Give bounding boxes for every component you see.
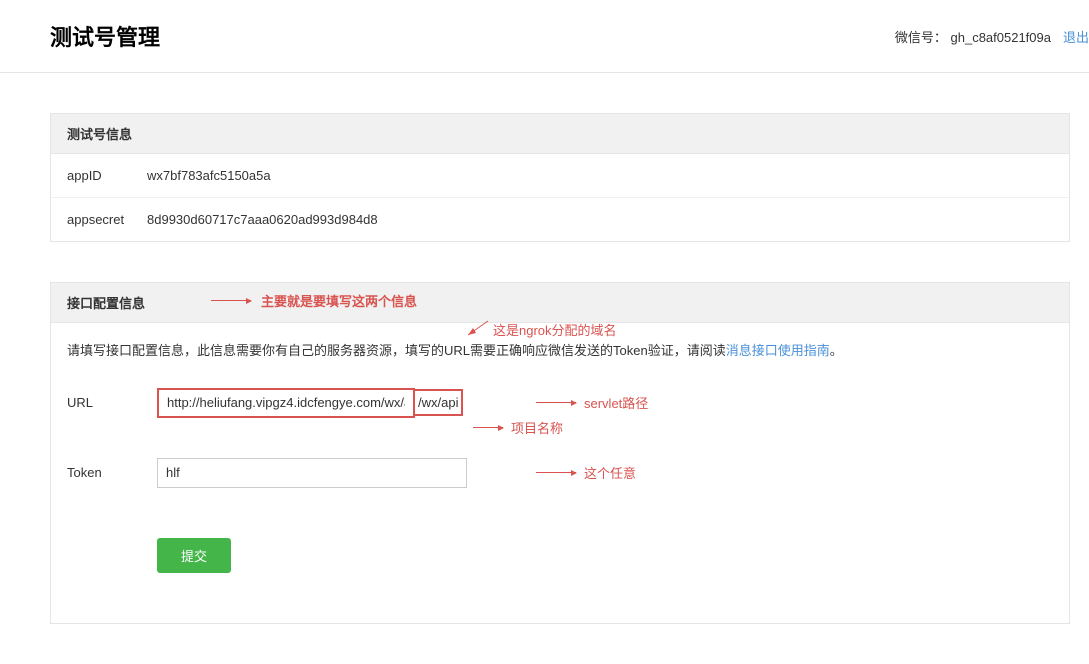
appsecret-row: appsecret 8d9930d60717c7aaa0620ad993d984… [51,198,1069,241]
token-label: Token [67,465,157,480]
api-config-header: 接口配置信息 主要就是要填写这两个信息 [51,283,1069,323]
url-row: URL /wx/api servlet路径 项目名称 [51,378,1069,428]
appid-value: wx7bf783afc5150a5a [147,168,271,183]
annotation-project: 项目名称 [473,418,563,437]
page-title: 测试号管理 [50,20,160,52]
annotation-servlet: servlet路径 [536,393,648,412]
main-content: 测试号信息 appID wx7bf783afc5150a5a appsecret… [0,73,1089,624]
url-input[interactable] [159,390,413,416]
test-info-header: 测试号信息 [51,114,1069,154]
appid-row: appID wx7bf783afc5150a5a [51,154,1069,198]
top-bar: 测试号管理 微信号： gh_c8af0521f09a 退出 [0,0,1089,73]
appsecret-value: 8d9930d60717c7aaa0620ad993d984d8 [147,212,378,227]
annotation-main-note: 主要就是要填写这两个信息 [211,291,417,310]
appid-label: appID [67,168,147,183]
submit-row: 提交 [51,498,1069,623]
url-path-segment: /wx/api [415,389,463,416]
logout-link[interactable]: 退出 [1063,27,1089,46]
header-right: 微信号： gh_c8af0521f09a 退出 [895,27,1089,46]
api-config-section: 接口配置信息 主要就是要填写这两个信息 这是ngrok分配的域名 请填写接口配置… [50,282,1070,624]
url-label: URL [67,395,157,410]
token-row: Token 这个任意 [51,448,1069,498]
wechat-id-text: 微信号： gh_c8af0521f09a [895,27,1051,46]
submit-button[interactable]: 提交 [157,538,231,573]
test-info-section: 测试号信息 appID wx7bf783afc5150a5a appsecret… [50,113,1070,242]
annotation-token: 这个任意 [536,463,636,482]
url-input-highlight [157,388,415,418]
token-input[interactable] [157,458,467,488]
annotation-ngrok: 这是ngrok分配的域名 [463,319,617,339]
doc-link[interactable]: 消息接口使用指南 [726,343,830,358]
appsecret-label: appsecret [67,212,147,227]
